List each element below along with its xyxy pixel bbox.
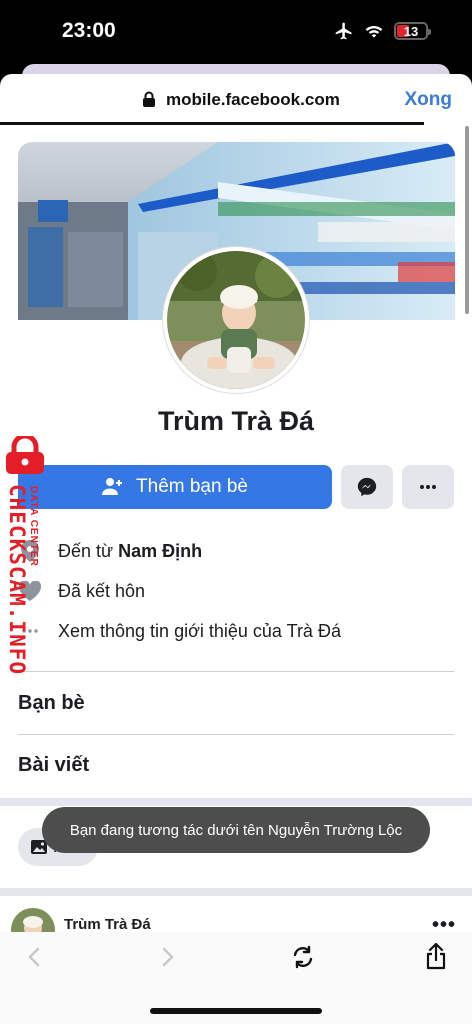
lock-icon	[143, 91, 155, 107]
url-text[interactable]: mobile.facebook.com	[166, 90, 340, 110]
relationship-text: Đã kết hôn	[58, 580, 146, 601]
add-friend-button[interactable]: Thêm bạn bè	[18, 465, 332, 509]
profile-name: Trùm Trà Đá	[157, 406, 315, 436]
page-progress-bar	[0, 122, 424, 125]
see-intro-link[interactable]: Xem thông tin giới thiệu của Trà Đá	[58, 621, 341, 642]
friends-section-title[interactable]: Bạn bè	[18, 692, 85, 715]
done-button[interactable]: Xong	[405, 89, 453, 111]
status-icons: 13	[334, 21, 431, 41]
hometown-prefix: Đến từ	[58, 540, 119, 561]
home-indicator	[150, 1008, 322, 1014]
battery-icon: 13	[394, 22, 431, 40]
ellipsis-icon	[420, 485, 436, 489]
add-friend-label: Thêm bạn bè	[136, 476, 248, 497]
browser-sheet: mobile.facebook.com Xong Trùm Trà Đá Thê…	[0, 74, 472, 1024]
watermark-text: CHECKSCAM.INFO	[5, 484, 29, 676]
reload-icon[interactable]	[290, 944, 316, 970]
divider	[18, 734, 454, 735]
airplane-icon	[335, 22, 352, 40]
info-relationship: Đã kết hôn	[18, 576, 458, 606]
profile-avatar[interactable]	[162, 246, 310, 394]
more-options-button[interactable]	[402, 465, 454, 509]
watermark-lock-icon	[6, 436, 44, 474]
share-icon[interactable]	[424, 942, 448, 970]
status-bar: 23:00 13	[0, 0, 472, 64]
back-arrow-icon[interactable]	[24, 946, 44, 968]
section-separator	[0, 888, 472, 896]
hometown-place: Nam Định	[118, 540, 203, 561]
messenger-icon	[357, 477, 377, 497]
watermark-subtext: DATA CENTER	[28, 486, 39, 567]
status-time: 23:00	[62, 19, 116, 42]
post-author-name[interactable]: Trùm Trà Đá	[64, 916, 151, 933]
watermark: CHECKSCAM.INFO DATA CENTER	[0, 436, 50, 675]
add-person-icon	[102, 478, 123, 495]
info-see-intro[interactable]: Xem thông tin giới thiệu của Trà Đá	[18, 616, 458, 646]
toast-message: Bạn đang tương tác dưới tên Nguyễn Trườn…	[42, 807, 430, 853]
divider	[18, 671, 454, 672]
info-hometown: Đến từ Nam Định	[18, 536, 458, 566]
scrollbar[interactable]	[465, 126, 469, 314]
posts-section-title: Bài viết	[18, 754, 90, 776]
wifi-icon	[365, 26, 383, 38]
url-bar[interactable]: mobile.facebook.com Xong	[0, 74, 472, 126]
section-separator	[0, 798, 472, 806]
battery-level: 13	[403, 23, 419, 39]
messenger-button[interactable]	[341, 465, 393, 509]
forward-arrow-icon[interactable]	[158, 946, 178, 968]
